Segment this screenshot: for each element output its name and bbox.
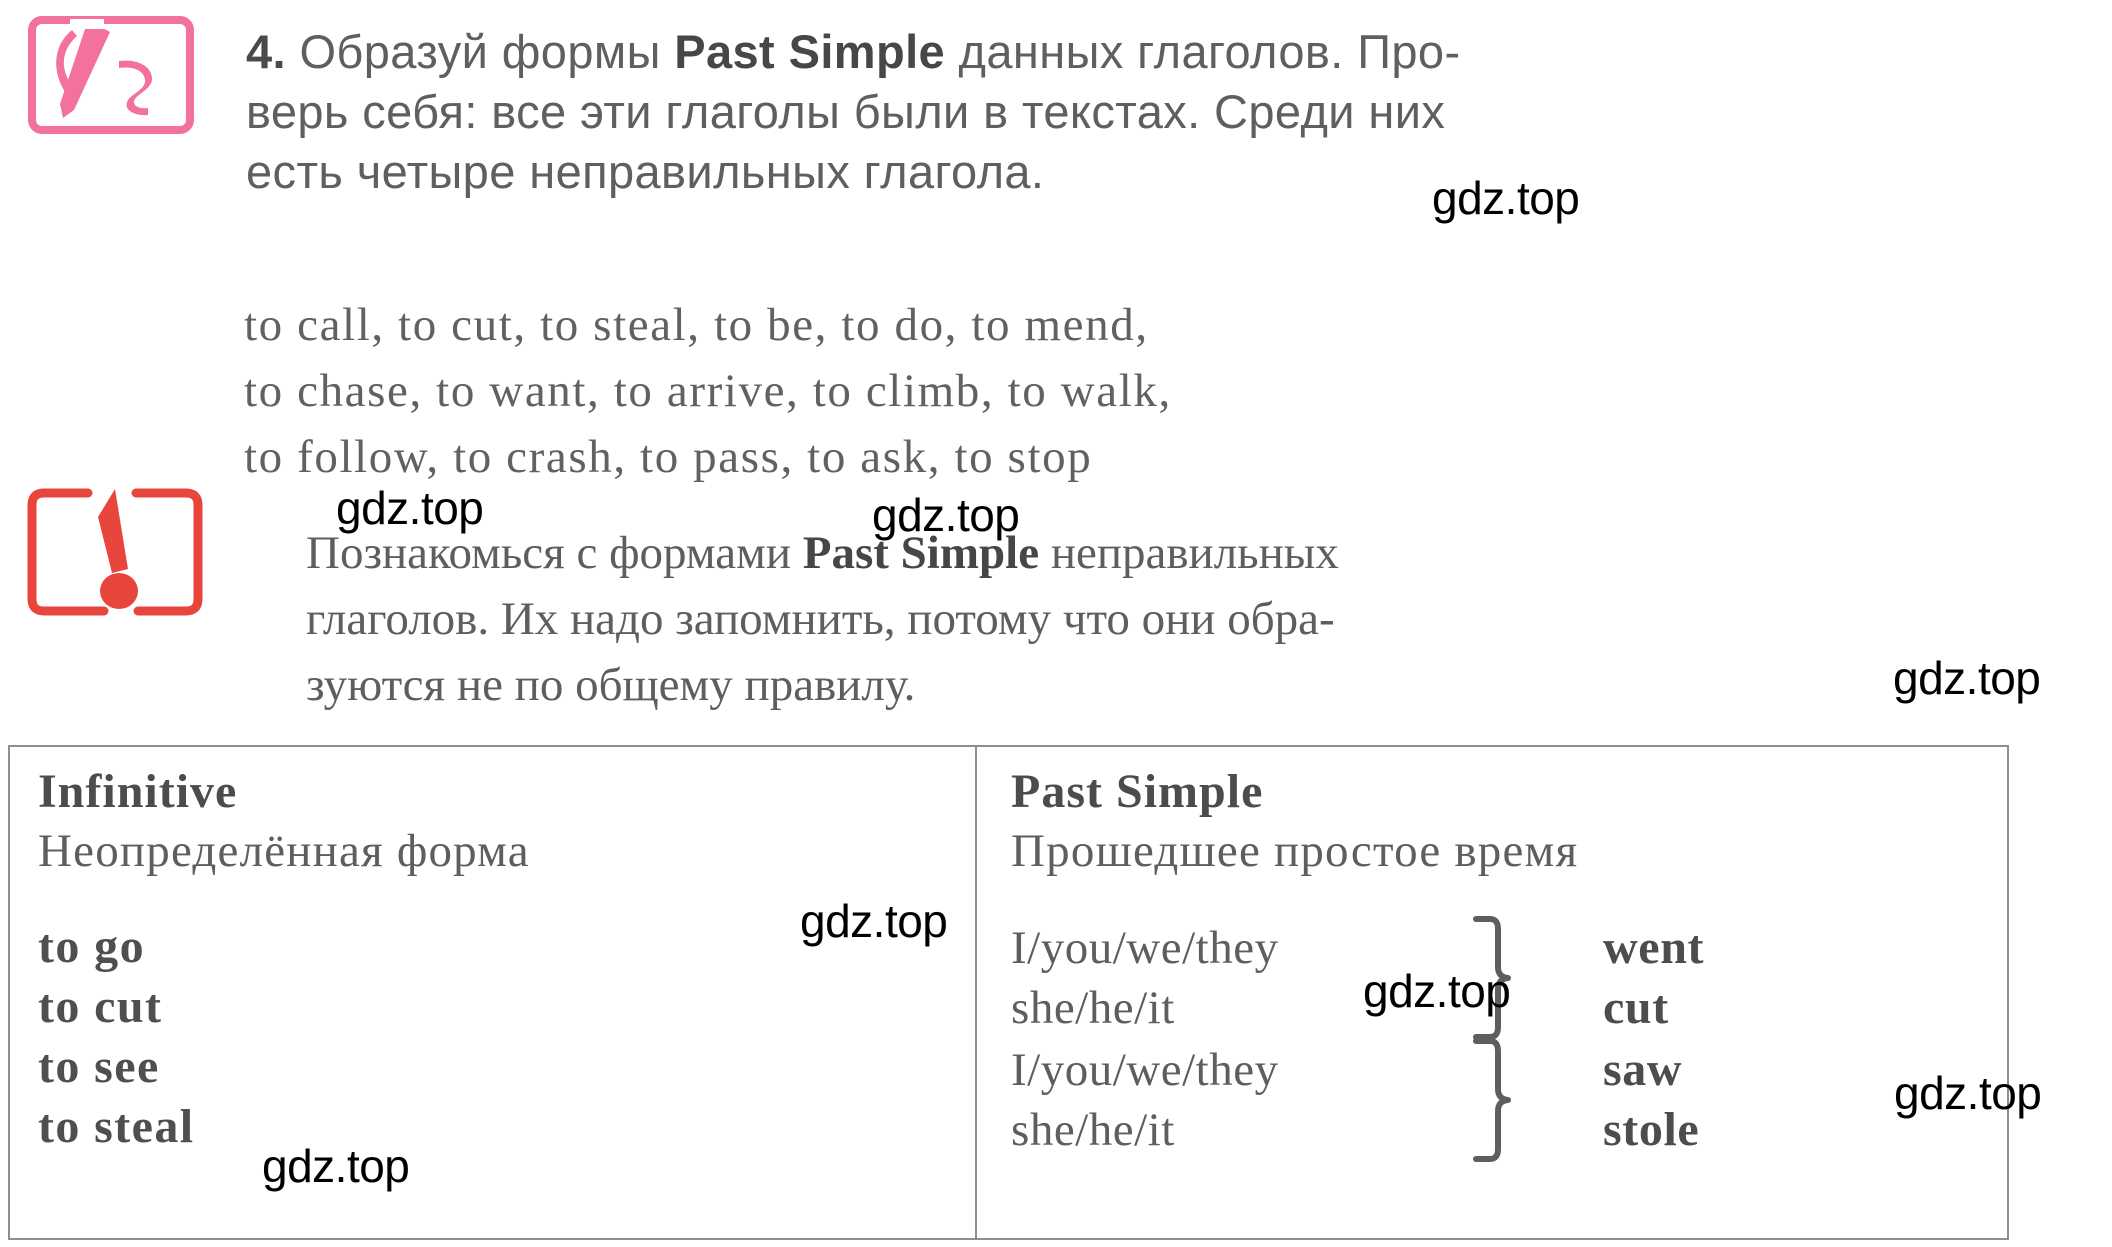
- note-1-pre: Познакомься с формами: [306, 527, 803, 579]
- table-column-infinitive: Infinitive Неопределённая форма to go to…: [10, 747, 978, 1238]
- exercise-prompt: 4. Образуй формы Past Simple данных глаг…: [246, 22, 2036, 202]
- prompt-2-pre: верь себя: все эти глаголы были в текста…: [246, 85, 1446, 138]
- note-3-pre: зуются не по общему правилу.: [306, 659, 916, 711]
- infinitive-header-ru: Неопределённая форма: [38, 825, 530, 877]
- curly-brace-icon: [1473, 1038, 1512, 1162]
- exclamation-in-frame-icon: [27, 488, 203, 616]
- pronouns-plural-2: I/you/we/they: [1011, 1044, 1279, 1096]
- note-2-pre: глаголов. Их надо запомнить, потому что …: [306, 593, 1335, 645]
- exercise-prompt-line-2: верь себя: все эти глаголы были в текста…: [246, 82, 2036, 142]
- watermark: gdz.top: [1432, 172, 1580, 224]
- infinitive-item-see: to see: [38, 1040, 160, 1093]
- past-simple-column-header: Past Simple Прошедшее простое время: [1011, 763, 1989, 881]
- attention-note-icon: [26, 487, 204, 617]
- note-line-3: зуются не по общему правилу.: [306, 652, 2066, 718]
- past-form-went: went: [1603, 921, 1705, 974]
- brace-2: [1441, 1037, 1541, 1163]
- verb-line-2: to chase, to want, to arrive, to climb, …: [244, 365, 1172, 417]
- watermark: gdz.top: [1363, 965, 1511, 1017]
- infinitive-header-en: Infinitive: [38, 765, 238, 818]
- infinitive-item-steal: to steal: [38, 1100, 195, 1153]
- exercise-number: 4.: [246, 25, 286, 78]
- note-line-1: Познакомься с формами Past Simple неправ…: [306, 520, 2066, 586]
- watermark: gdz.top: [262, 1140, 410, 1192]
- verb-list: to call, to cut, to steal, to be, to do,…: [244, 292, 2044, 490]
- watermark: gdz.top: [336, 482, 484, 534]
- prompt-1-post: данных глаголов. Про-: [945, 25, 1461, 78]
- forms-column-1: went cut: [1541, 918, 1704, 1038]
- past-form-cut: cut: [1603, 981, 1669, 1034]
- watermark: gdz.top: [800, 895, 948, 947]
- infinitive-group-1: to go to cut: [38, 917, 162, 1037]
- verb-line-3: to follow, to crash, to pass, to ask, to…: [244, 431, 1093, 483]
- pronouns-singular-2: she/he/it: [1011, 1104, 1175, 1156]
- write-task-icon: [26, 14, 196, 136]
- prompt-1-pre: Образуй формы: [299, 25, 675, 78]
- prompt-1-bold: Past Simple: [674, 25, 946, 78]
- watermark: gdz.top: [1893, 652, 2041, 704]
- pen-in-frame-icon: [28, 16, 194, 134]
- infinitive-column-header: Infinitive Неопределённая форма: [38, 763, 955, 881]
- watermark: gdz.top: [1894, 1067, 2042, 1119]
- note-line-2: глаголов. Их надо запомнить, потому что …: [306, 586, 2066, 652]
- exercise-prompt-line-3: есть четыре неправильных глагола.: [246, 142, 2036, 202]
- past-simple-header-en: Past Simple: [1011, 765, 1264, 818]
- note-paragraph: Познакомься с формами Past Simple неправ…: [306, 520, 2066, 718]
- exercise-prompt-line-1: 4. Образуй формы Past Simple данных глаг…: [246, 22, 2036, 82]
- past-simple-group-2: I/you/we/they she/he/it saw stole: [1011, 1037, 1951, 1163]
- forms-column-2: saw stole: [1541, 1040, 1699, 1160]
- past-form-stole: stole: [1603, 1103, 1700, 1156]
- infinitive-group-2: to see to steal: [38, 1037, 195, 1157]
- watermark: gdz.top: [872, 489, 1020, 541]
- note-1-post: неправильных: [1039, 527, 1339, 579]
- past-simple-header-ru: Прошедшее простое время: [1011, 825, 1579, 877]
- past-form-saw: saw: [1603, 1043, 1683, 1096]
- infinitive-item-go: to go: [38, 920, 145, 973]
- pronoun-column-2: I/you/we/they she/he/it: [1011, 1040, 1441, 1160]
- verb-line-1: to call, to cut, to steal, to be, to do,…: [244, 299, 1149, 351]
- infinitive-item-cut: to cut: [38, 980, 163, 1033]
- prompt-3-pre: есть четыре неправильных глагола.: [246, 145, 1045, 198]
